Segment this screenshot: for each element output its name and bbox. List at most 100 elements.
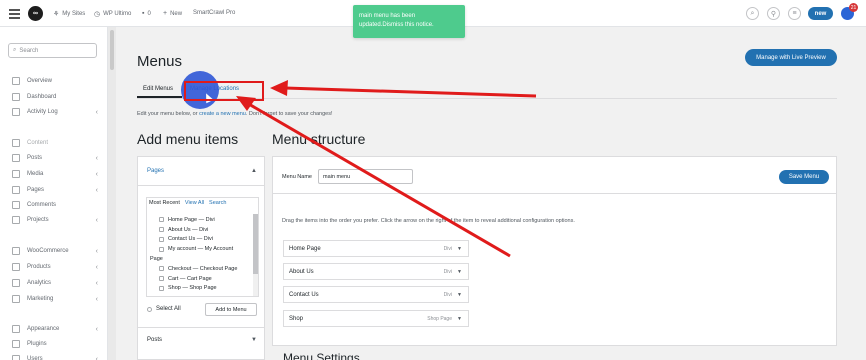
page-list-item[interactable]: Contact Us — Divi	[150, 235, 252, 245]
caret-down-icon[interactable]: ▼	[457, 292, 462, 298]
sidebar-item-label: WooCommerce	[27, 248, 69, 254]
sidebar-item-posts[interactable]: Posts ‹	[12, 154, 98, 162]
menu-item[interactable]: Home Page Divi ▼	[283, 240, 469, 257]
caret-up-icon[interactable]: ▲	[251, 168, 257, 174]
tab-view-all[interactable]: View All	[185, 200, 204, 206]
page-list-item[interactable]: My account — My Account	[150, 244, 252, 254]
scrollbar-thumb[interactable]	[110, 30, 114, 70]
chevron-left-icon[interactable]: ‹	[96, 326, 98, 333]
sidebar-item-woocommerce[interactable]: WooCommerce ‹	[12, 247, 98, 255]
checkbox[interactable]	[159, 236, 164, 242]
checkbox[interactable]	[159, 217, 164, 223]
sidebar-item-analytics[interactable]: Analytics ‹	[12, 279, 98, 287]
page-label: About Us — Divi	[168, 226, 209, 233]
menu-item[interactable]: Contact Us Divi ▼	[283, 286, 469, 303]
sidebar-item-products[interactable]: Products ‹	[12, 263, 98, 271]
theme-name-link[interactable]: SmartCrawl Pro	[193, 10, 235, 16]
sidebar-item-label: Products	[27, 264, 51, 270]
sidebar-item-marketing[interactable]: Marketing ‹	[12, 295, 98, 303]
checkbox[interactable]	[159, 276, 164, 282]
checkbox[interactable]	[147, 306, 152, 312]
sidebar-item-content[interactable]: Content	[12, 139, 98, 147]
sliders-icon[interactable]: ≡	[788, 7, 801, 20]
sidebar-item-appearance[interactable]: Appearance ‹	[12, 325, 98, 333]
save-menu-button[interactable]: Save Menu	[779, 170, 829, 184]
add-to-menu-button[interactable]: Add to Menu	[205, 303, 257, 316]
sidebar-item-label: Posts	[27, 155, 43, 161]
page-list-item[interactable]: Shop — Shop Page	[150, 284, 252, 294]
update-notice[interactable]: main menu has been updated.Dismiss this …	[353, 5, 465, 38]
menu-item-label: About Us	[289, 268, 314, 275]
chevron-left-icon[interactable]: ‹	[96, 296, 98, 303]
posts-accordion-heading[interactable]: Posts	[147, 337, 162, 343]
pages-tabs: Most Recent View All Search	[149, 200, 226, 206]
page-list-item[interactable]: Home Page — Divi	[150, 215, 252, 225]
chevron-left-icon[interactable]: ‹	[96, 248, 98, 255]
create-menu-link[interactable]: create a new menu	[199, 111, 246, 117]
page-label: Contact Us — Divi	[168, 236, 213, 243]
comments-link[interactable]: ▪ 0	[142, 10, 151, 17]
checkbox[interactable]	[159, 266, 164, 272]
checkbox[interactable]	[159, 285, 164, 291]
sidebar-item-label: Appearance	[27, 326, 60, 332]
checkbox[interactable]	[159, 227, 164, 233]
new-button[interactable]: new	[808, 7, 833, 20]
sidebar-item-plugins[interactable]: Plugins	[12, 340, 98, 348]
link-icon[interactable]: ⚲	[767, 7, 780, 20]
scrollbar-track[interactable]	[108, 27, 116, 360]
chevron-left-icon[interactable]: ‹	[96, 356, 98, 360]
new-content-link[interactable]: + New	[163, 10, 182, 17]
sidebar-item-users[interactable]: Users ‹	[12, 355, 98, 360]
menu-item-type: Divi	[443, 268, 452, 275]
sidebar-item-comments[interactable]: Comments	[12, 201, 98, 209]
caret-down-icon[interactable]: ▼	[251, 337, 257, 343]
sidebar-item-overview[interactable]: Overview	[12, 77, 98, 85]
live-preview-button[interactable]: Manage with Live Preview	[745, 49, 837, 66]
sidebar-item-label: Comments	[27, 202, 57, 208]
checkbox[interactable]	[159, 246, 164, 252]
chevron-left-icon[interactable]: ‹	[96, 187, 98, 194]
search-icon[interactable]: ⌕	[746, 7, 759, 20]
woo-icon	[12, 247, 20, 255]
pages-scrollbar-thumb[interactable]	[253, 214, 258, 274]
page-label: Home Page — Divi	[168, 216, 215, 223]
menu-name-input[interactable]: main menu	[318, 169, 413, 184]
page-group-label: Page	[150, 254, 252, 264]
site-logo[interactable]: ∞	[28, 6, 43, 21]
caret-down-icon[interactable]: ▼	[457, 316, 462, 322]
menu-item[interactable]: Shop Shop Page ▼	[283, 310, 469, 327]
chevron-left-icon[interactable]: ‹	[96, 109, 98, 116]
chevron-left-icon[interactable]: ‹	[96, 171, 98, 178]
site-name-link[interactable]: ◷ WP Ultimo	[94, 10, 131, 18]
sidebar-item-projects[interactable]: Projects ‹	[12, 216, 98, 224]
sidebar-item-media[interactable]: Media ‹	[12, 170, 98, 178]
page-list-item[interactable]: Cart — Cart Page	[150, 274, 252, 284]
hamburger-menu-icon[interactable]	[9, 9, 20, 19]
page-list-item[interactable]: Checkout — Checkout Page	[150, 264, 252, 274]
sidebar-item-activity-log[interactable]: Activity Log ‹	[12, 108, 98, 116]
arrow-line-horizontal	[284, 86, 537, 98]
sidebar-item-dashboard[interactable]: Dashboard	[12, 93, 98, 101]
chevron-left-icon[interactable]: ‹	[96, 280, 98, 287]
sidebar-item-pages[interactable]: Pages ‹	[12, 186, 98, 194]
notification-badge: 21	[849, 3, 858, 12]
chevron-left-icon[interactable]: ‹	[96, 217, 98, 224]
tab-search[interactable]: Search	[209, 200, 226, 206]
tab-edit-menus[interactable]: Edit Menus	[143, 86, 173, 92]
my-sites-link[interactable]: ⚘ My Sites	[53, 10, 85, 18]
comment-icon: ▪	[142, 10, 145, 17]
select-all-checkbox[interactable]: Select All	[147, 306, 181, 312]
caret-down-icon[interactable]: ▼	[457, 269, 462, 275]
pin-icon	[12, 154, 20, 162]
page-list-item[interactable]: About Us — Divi	[150, 225, 252, 235]
chevron-left-icon[interactable]: ‹	[96, 155, 98, 162]
highlight-box	[184, 81, 264, 101]
chevron-left-icon[interactable]: ‹	[96, 264, 98, 271]
sidebar-search-input[interactable]: ⌕ Search	[8, 43, 97, 58]
projects-icon	[12, 216, 20, 224]
tab-most-recent[interactable]: Most Recent	[149, 200, 180, 206]
caret-down-icon[interactable]: ▼	[457, 246, 462, 252]
pages-accordion-heading[interactable]: Pages	[147, 168, 164, 174]
menu-item[interactable]: About Us Divi ▼	[283, 263, 469, 280]
sidebar-item-label: Projects	[27, 217, 49, 223]
